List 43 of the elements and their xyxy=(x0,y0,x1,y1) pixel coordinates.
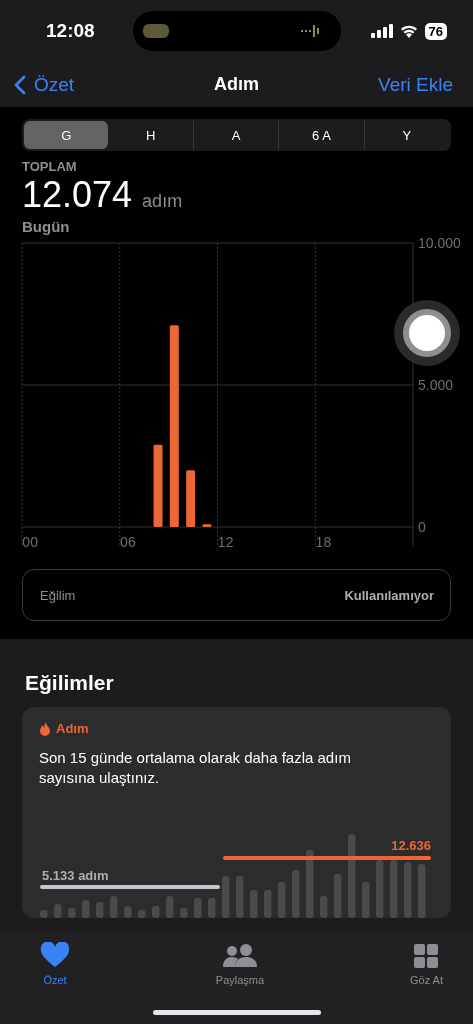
signal-icon xyxy=(370,24,393,38)
trend-message: Son 15 günde ortalama olarak daha fazla adım sayısına ulaştınız. xyxy=(39,748,352,788)
x-axis-label: 06 xyxy=(120,534,136,547)
range-tab[interactable]: A xyxy=(192,121,279,149)
grid-icon xyxy=(414,944,439,968)
y-axis-label: 10.000 xyxy=(418,235,461,251)
previous-average-label: 5.133 adım xyxy=(42,868,109,883)
x-axis-label: 00 xyxy=(22,534,38,547)
tab-bar-item[interactable]: Göz At xyxy=(409,940,443,986)
trend-row[interactable]: Eğilim Kullanılamıyor xyxy=(22,569,451,621)
range-tab[interactable]: Y xyxy=(363,121,450,149)
chart-bar xyxy=(202,524,212,527)
people-icon xyxy=(221,944,258,968)
battery-indicator: 76 xyxy=(424,22,447,40)
total-value: 12.074 xyxy=(22,174,133,216)
app-thumbnail-icon xyxy=(142,24,169,38)
chart-bar xyxy=(186,470,196,527)
heart-icon xyxy=(40,942,70,968)
x-axis-label: 12 xyxy=(217,534,234,547)
back-button[interactable]: Özet xyxy=(14,73,75,96)
range-tab[interactable]: 6 A xyxy=(278,121,364,149)
page-title: Adım xyxy=(214,74,259,95)
trend-label: Eğilim xyxy=(40,587,76,603)
wifi-icon xyxy=(399,24,418,38)
range-tab[interactable]: H xyxy=(108,121,193,149)
unit-label: adım xyxy=(142,191,183,212)
recent-average-label: 12.636 xyxy=(391,838,431,853)
section-title: Eğilimler xyxy=(25,671,115,695)
tab-bar-item[interactable]: Paylaşma xyxy=(215,940,265,986)
back-chevron-icon xyxy=(14,74,26,95)
trend-card[interactable]: Adım Son 15 günde ortalama olarak daha fazla adım sayısına ulaştınız. 5.133 adım 12.636 xyxy=(22,707,451,918)
add-data-button[interactable]: Veri Ekle xyxy=(378,73,453,96)
x-axis-label: 18 xyxy=(315,534,332,547)
flame-icon xyxy=(39,721,51,736)
period-label: Bugün xyxy=(22,218,71,235)
category-label: Adım xyxy=(56,721,89,736)
total-label: TOPLAM xyxy=(22,159,78,174)
trend-value: Kullanılamıyor xyxy=(344,587,434,603)
status-time: 12:08 xyxy=(46,20,95,42)
y-axis-label: 5.000 xyxy=(418,377,454,393)
y-axis-label: 0 xyxy=(418,519,426,535)
tab-bar-item[interactable]: Özet xyxy=(40,940,70,986)
range-tab[interactable]: G xyxy=(24,121,109,149)
